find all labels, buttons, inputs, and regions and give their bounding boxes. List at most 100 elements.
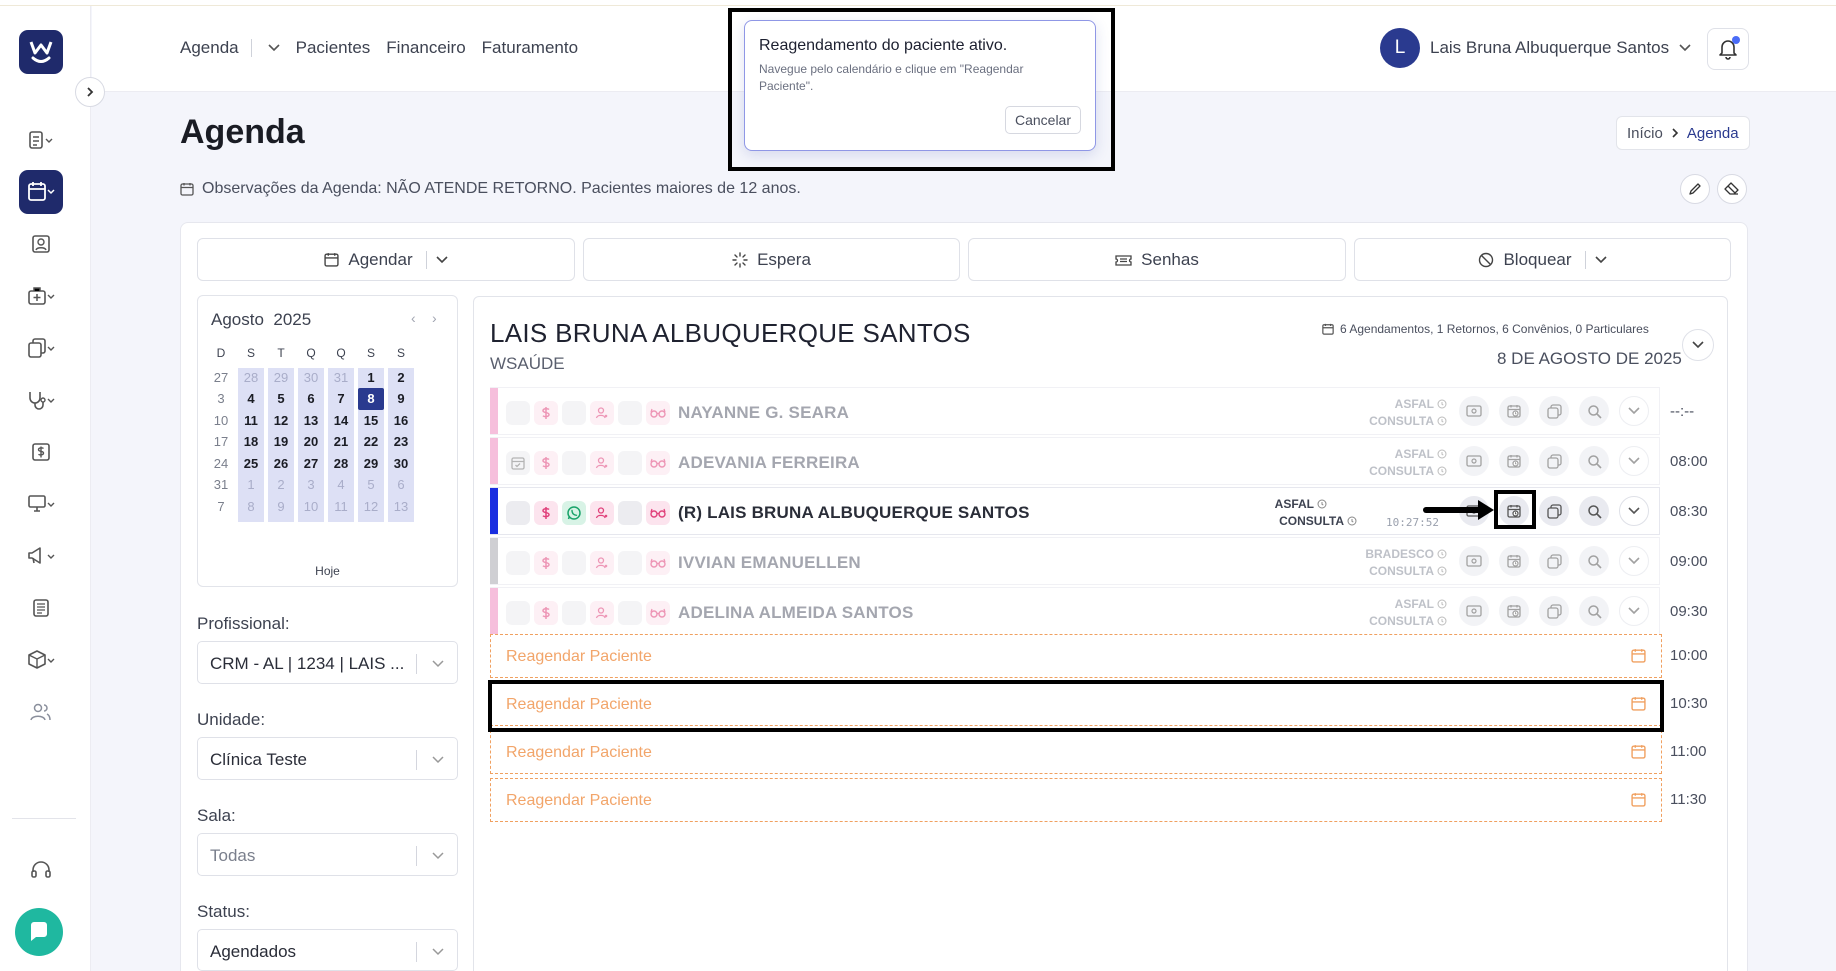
block-button[interactable]: Bloquear (1354, 238, 1731, 281)
calendar-day[interactable]: 13 (298, 409, 324, 431)
view-card-button[interactable] (1459, 596, 1489, 626)
sidebar-item-medical[interactable] (19, 274, 63, 318)
sidebar-item-users[interactable] (19, 690, 63, 734)
calendar-day[interactable]: 1 (358, 366, 384, 388)
appointment-row[interactable]: IVVIAN EMANUELLEN BRADESCO CONSULTA (490, 537, 1660, 585)
calendar-day[interactable]: 4 (238, 388, 264, 410)
appointment-row[interactable]: NAYANNE G. SEARA ASFAL CONSULTA (490, 387, 1660, 435)
reschedule-slot[interactable]: Reagendar Paciente (490, 730, 1662, 774)
calendar-day[interactable]: 30 (298, 366, 324, 388)
calendar-day[interactable]: 28 (328, 452, 354, 474)
appointment-row[interactable]: ADELINA ALMEIDA SANTOS ASFAL CONSULTA (490, 587, 1660, 635)
chevron-down-icon[interactable] (1594, 255, 1607, 264)
calendar-day[interactable]: 30 (388, 452, 414, 474)
sidebar-item-support[interactable] (19, 848, 63, 892)
app-logo[interactable] (19, 30, 63, 74)
reschedule-button[interactable] (1499, 396, 1529, 426)
sidebar-expand-button[interactable] (75, 77, 105, 107)
nav-financeiro[interactable]: Financeiro (386, 38, 465, 58)
calendar-day[interactable]: 4 (328, 474, 354, 496)
room-select[interactable]: Todas (197, 833, 458, 876)
calendar-day[interactable]: 11 (328, 495, 354, 517)
expand-appointment-button[interactable] (1619, 496, 1649, 526)
calendar-day[interactable]: 7 (328, 388, 354, 410)
calendar-day[interactable]: 29 (268, 366, 294, 388)
calendar-day[interactable]: 2 (388, 366, 414, 388)
status-chip[interactable] (506, 501, 530, 525)
view-card-button[interactable] (1459, 396, 1489, 426)
calendar-day[interactable]: 12 (358, 495, 384, 517)
sidebar-item-reports[interactable] (19, 586, 63, 630)
copy-appointment-button[interactable] (1539, 396, 1569, 426)
status-chip[interactable] (506, 451, 530, 475)
calendar-day[interactable]: 8 (238, 495, 264, 517)
prev-month-icon[interactable]: ‹ (411, 310, 416, 326)
user-menu[interactable]: L Lais Bruna Albuquerque Santos (1380, 28, 1691, 68)
status-chip[interactable] (618, 551, 642, 575)
calendar-day[interactable]: 12 (268, 409, 294, 431)
view-details-button[interactable] (1579, 446, 1609, 476)
expand-appointment-button[interactable] (1619, 596, 1649, 626)
calendar-day[interactable]: 5 (358, 474, 384, 496)
sidebar-item-telemedicine[interactable] (19, 482, 63, 526)
calendar-day[interactable]: 3 (298, 474, 324, 496)
view-card-button[interactable] (1459, 546, 1489, 576)
sidebar-item-records[interactable] (19, 118, 63, 162)
calendar-day[interactable]: 24 (208, 452, 234, 474)
calendar-day[interactable]: 14 (328, 409, 354, 431)
calendar-day[interactable]: 10 (208, 409, 234, 431)
calendar-day[interactable]: 31 (328, 366, 354, 388)
copy-appointment-button[interactable] (1539, 446, 1569, 476)
nav-agenda[interactable]: Agenda (180, 38, 239, 58)
reschedule-slot[interactable]: Reagendar Paciente (490, 634, 1662, 678)
calendar-day-selected[interactable]: 8 (358, 387, 384, 410)
sidebar-item-marketing[interactable] (19, 534, 63, 578)
status-chip[interactable] (590, 401, 614, 425)
calendar-day[interactable]: 7 (208, 495, 234, 517)
calendar-day[interactable]: 28 (238, 366, 264, 388)
calendar-day[interactable]: 31 (208, 474, 234, 496)
status-chip[interactable] (618, 501, 642, 525)
status-chip[interactable] (534, 501, 558, 525)
appointment-patient-name[interactable]: IVVIAN EMANUELLEN (678, 553, 861, 573)
status-chip[interactable] (618, 401, 642, 425)
status-chip[interactable] (506, 401, 530, 425)
status-chip[interactable] (618, 451, 642, 475)
view-details-button[interactable] (1579, 546, 1609, 576)
clear-observations-button[interactable] (1717, 174, 1747, 204)
calendar-day[interactable]: 27 (298, 452, 324, 474)
calendar-day[interactable]: 20 (298, 431, 324, 453)
calendar-day[interactable]: 22 (358, 431, 384, 453)
appointment-row[interactable]: ADEVANIA FERREIRA ASFAL CONSULTA (490, 437, 1660, 485)
appointment-patient-name[interactable]: (R) LAIS BRUNA ALBUQUERQUE SANTOS (678, 503, 1030, 523)
sidebar-item-inventory[interactable] (19, 638, 63, 682)
unit-select[interactable]: Clínica Teste (197, 737, 458, 780)
view-details-button[interactable] (1579, 496, 1609, 526)
expand-appointment-button[interactable] (1619, 546, 1649, 576)
status-chip[interactable] (562, 551, 586, 575)
status-chip[interactable] (646, 451, 670, 475)
status-chip[interactable] (534, 451, 558, 475)
collapse-schedule-button[interactable] (1682, 329, 1714, 361)
calendar-day[interactable]: 10 (298, 495, 324, 517)
status-chip[interactable] (646, 551, 670, 575)
view-details-button[interactable] (1579, 596, 1609, 626)
status-chip[interactable] (590, 451, 614, 475)
status-chip[interactable] (562, 401, 586, 425)
calendar-day[interactable]: 19 (268, 431, 294, 453)
expand-appointment-button[interactable] (1619, 446, 1649, 476)
sidebar-item-documents[interactable] (19, 326, 63, 370)
calendar-day[interactable]: 13 (388, 495, 414, 517)
status-chip[interactable] (534, 401, 558, 425)
calendar-day[interactable]: 6 (298, 388, 324, 410)
sidebar-item-agenda[interactable] (19, 170, 63, 214)
chevron-down-icon[interactable] (268, 44, 280, 52)
toast-cancel-button[interactable]: Cancelar (1004, 106, 1081, 134)
appointment-patient-name[interactable]: ADELINA ALMEIDA SANTOS (678, 603, 913, 623)
notifications-button[interactable] (1707, 28, 1749, 70)
view-card-button[interactable] (1459, 446, 1489, 476)
copy-appointment-button[interactable] (1539, 596, 1569, 626)
sidebar-item-patients[interactable] (19, 222, 63, 266)
nav-pacientes[interactable]: Pacientes (296, 38, 371, 58)
expand-appointment-button[interactable] (1619, 396, 1649, 426)
